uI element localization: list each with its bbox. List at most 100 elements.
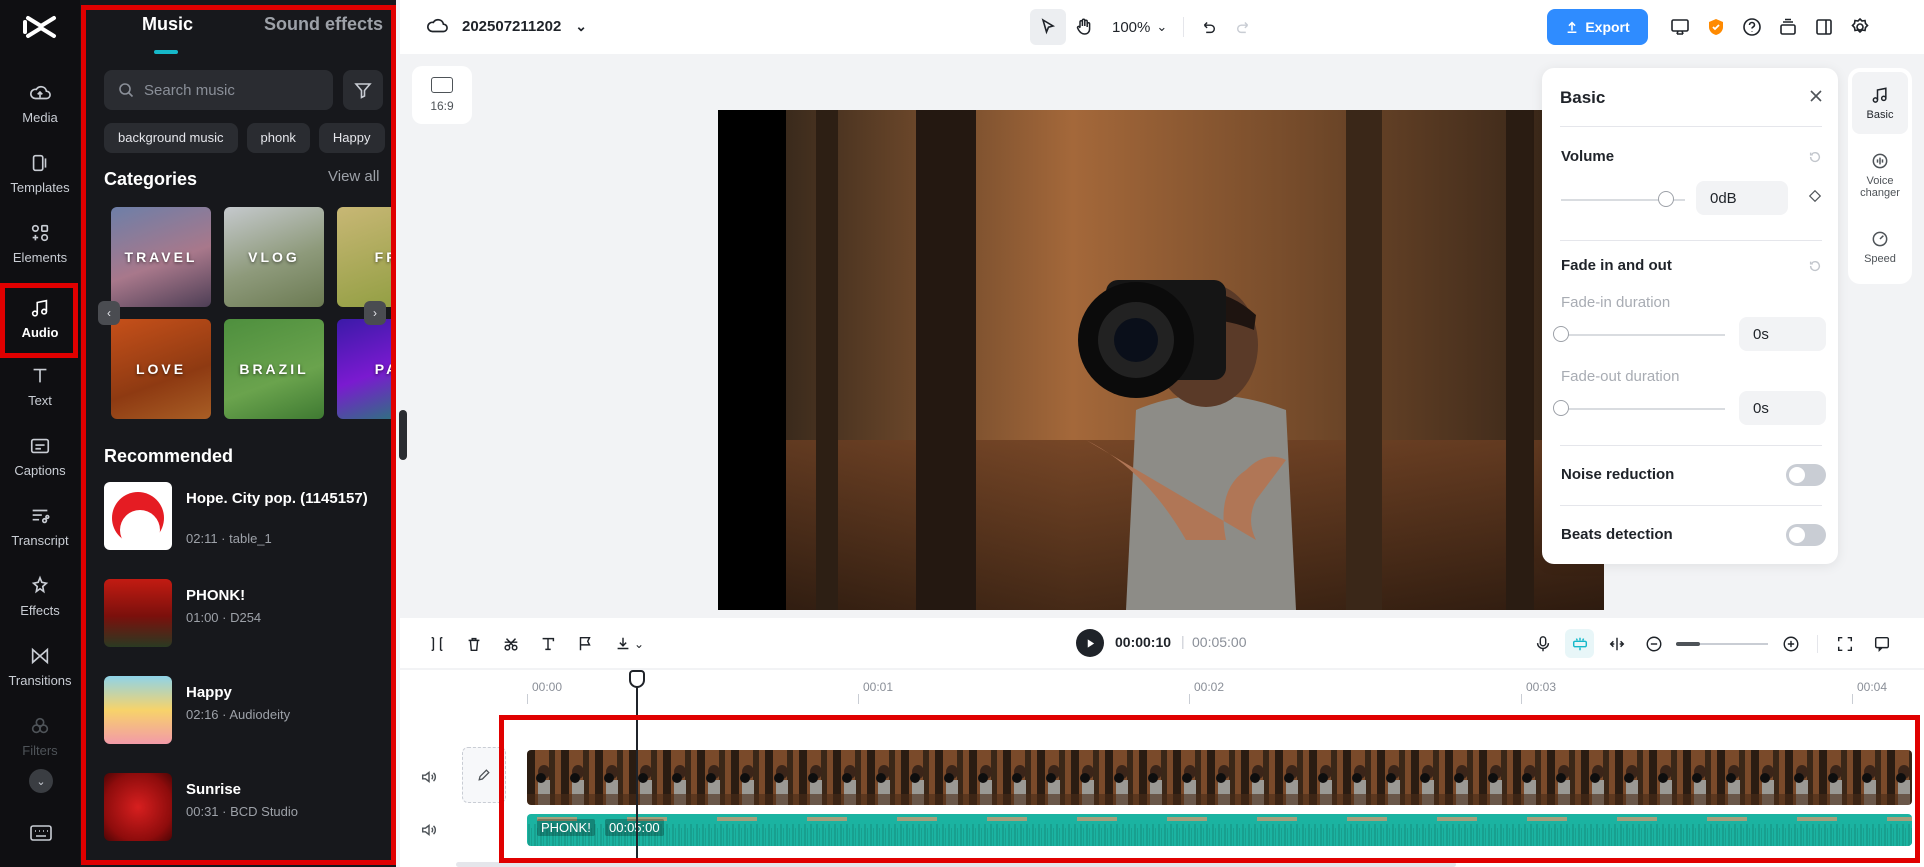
categories-prev-icon[interactable]: ‹	[98, 301, 120, 325]
rail-item-label: Text	[28, 392, 52, 408]
tab-basic[interactable]: Basic	[1852, 72, 1908, 134]
timeline-zoom-slider[interactable]	[1676, 641, 1768, 646]
search-box[interactable]	[104, 70, 333, 110]
rail-item-templates[interactable]: Templates	[4, 142, 76, 204]
layout-button[interactable]	[1806, 9, 1842, 45]
rail-more-chevron-down-icon[interactable]: ⌄	[29, 769, 53, 793]
rail-item-transcript[interactable]: Transcript	[4, 495, 76, 557]
video-track-volume-icon[interactable]	[420, 768, 438, 791]
tab-music[interactable]: Music	[142, 14, 193, 35]
settings-button[interactable]	[1842, 9, 1878, 45]
edit-track-cover-button[interactable]	[462, 747, 506, 803]
stack-button[interactable]	[1770, 9, 1806, 45]
rail-item-effects[interactable]: Effects	[4, 565, 76, 627]
list-item[interactable]: Happy 02:16 · Audiodeity	[104, 676, 384, 773]
tab-speed[interactable]: Speed	[1852, 216, 1908, 278]
redo-button[interactable]	[1226, 9, 1262, 45]
fade-in-slider-handle[interactable]	[1553, 326, 1569, 342]
audio-clip[interactable]: PHONK! 00:05:00	[527, 814, 1912, 846]
cut-button[interactable]	[496, 629, 525, 658]
ruler-tick	[858, 694, 859, 704]
download-dropdown[interactable]: ⌄	[607, 629, 651, 658]
link-button[interactable]	[1602, 629, 1631, 658]
video-clip[interactable]	[527, 750, 1912, 805]
close-icon[interactable]	[1808, 88, 1824, 109]
auto-caption-button[interactable]	[533, 629, 562, 658]
zoom-value: 100%	[1112, 18, 1151, 36]
help-button[interactable]	[1734, 9, 1770, 45]
preview-canvas[interactable]	[718, 110, 1604, 610]
beats-detection-toggle[interactable]	[1786, 524, 1826, 546]
tab-label: Voice changer	[1860, 175, 1900, 199]
tab-sound-effects[interactable]: Sound effects	[264, 14, 383, 35]
list-item[interactable]: PHONK! 01:00 · D254	[104, 579, 384, 676]
category-travel[interactable]: TRAVEL	[111, 207, 211, 307]
chip-background-music[interactable]: background music	[104, 123, 238, 153]
elements-icon	[31, 224, 49, 241]
zoom-in-button[interactable]	[1776, 629, 1805, 658]
list-item[interactable]: Hope. City pop. (1145157) 02:11 · table_…	[104, 482, 384, 579]
present-button[interactable]	[1662, 9, 1698, 45]
chip-phonk[interactable]: phonk	[246, 123, 310, 153]
rail-item-media[interactable]: Media	[4, 72, 76, 134]
list-item[interactable]: Sunrise 00:31 · BCD Studio	[104, 773, 384, 867]
rail-item-text[interactable]: Text	[4, 355, 76, 417]
timeline-horizontal-scrollbar[interactable]	[456, 862, 1456, 867]
category-brazil[interactable]: BRAZIL	[224, 319, 324, 419]
trash-icon	[468, 637, 479, 651]
rail-item-captions[interactable]: Captions	[4, 425, 76, 487]
tab-voice-changer[interactable]: Voice changer	[1852, 144, 1908, 206]
shield-button[interactable]	[1698, 9, 1734, 45]
comment-button[interactable]	[1867, 629, 1896, 658]
category-love[interactable]: LOVE	[111, 319, 211, 419]
panel-resize-handle[interactable]	[399, 410, 407, 460]
play-button[interactable]	[1076, 629, 1104, 657]
record-voice-button[interactable]	[1528, 629, 1557, 658]
export-button[interactable]: Export	[1547, 9, 1648, 45]
marker-button[interactable]	[570, 629, 599, 658]
audio-track-volume-icon[interactable]	[420, 821, 438, 844]
rail-item-filters[interactable]: Filters	[4, 705, 76, 767]
reset-volume-icon[interactable]	[1808, 150, 1822, 169]
zoom-dropdown[interactable]: 100% ⌄	[1112, 19, 1167, 36]
hand-tool-button[interactable]	[1066, 9, 1102, 45]
playhead[interactable]	[636, 670, 638, 867]
volume-input[interactable]: 0dB	[1696, 181, 1788, 215]
capcut-logo-icon[interactable]	[23, 12, 59, 42]
split-button[interactable]	[422, 629, 451, 658]
categories-next-icon[interactable]: ›	[364, 301, 386, 325]
chip-happy[interactable]: Happy	[318, 123, 385, 153]
fade-in-input[interactable]: 0s	[1739, 317, 1826, 351]
playhead-handle[interactable]	[629, 670, 645, 688]
rail-item-elements[interactable]: Elements	[4, 212, 76, 274]
magnet-snap-button[interactable]	[1565, 629, 1594, 658]
aspect-ratio-button[interactable]: 16:9	[412, 66, 472, 124]
fade-out-input[interactable]: 0s	[1739, 391, 1826, 425]
undo-button[interactable]	[1190, 9, 1226, 45]
rail-item-audio[interactable]: Audio	[4, 287, 76, 349]
project-menu[interactable]: 202507211202 ⌄	[426, 15, 587, 37]
basic-title: Basic	[1560, 88, 1606, 107]
reset-fade-icon[interactable]	[1808, 259, 1822, 278]
rail-item-transitions[interactable]: Transitions	[4, 635, 76, 697]
delete-button[interactable]	[459, 629, 488, 658]
noise-reduction-toggle[interactable]	[1786, 464, 1826, 486]
view-all-link[interactable]: View all	[328, 168, 379, 185]
filter-button[interactable]	[343, 70, 383, 110]
search-input[interactable]	[144, 81, 314, 99]
category-vlog[interactable]: VLOG	[224, 207, 324, 307]
keyframe-diamond-icon[interactable]	[1808, 189, 1822, 208]
track-thumbnail	[104, 482, 172, 550]
zoom-out-button[interactable]	[1639, 629, 1668, 658]
volume-slider-handle[interactable]	[1658, 191, 1675, 207]
fade-in-slider-track[interactable]	[1561, 334, 1725, 336]
category-fr[interactable]: FR	[337, 207, 396, 307]
basic-audio-panel: Basic Volume 0dB Fade in and out Fade-in…	[1542, 68, 1838, 564]
fit-timeline-button[interactable]	[1830, 629, 1859, 658]
fade-out-slider-handle[interactable]	[1553, 400, 1569, 416]
fade-out-slider-track[interactable]	[1561, 408, 1725, 410]
timeline-area[interactable]: 00:00 00:01 00:02 00:03 00:04 PHONK! 00:…	[400, 670, 1924, 867]
select-tool-button[interactable]	[1030, 9, 1066, 45]
keyboard-icon[interactable]	[29, 823, 53, 843]
category-pa[interactable]: PA	[337, 319, 396, 419]
